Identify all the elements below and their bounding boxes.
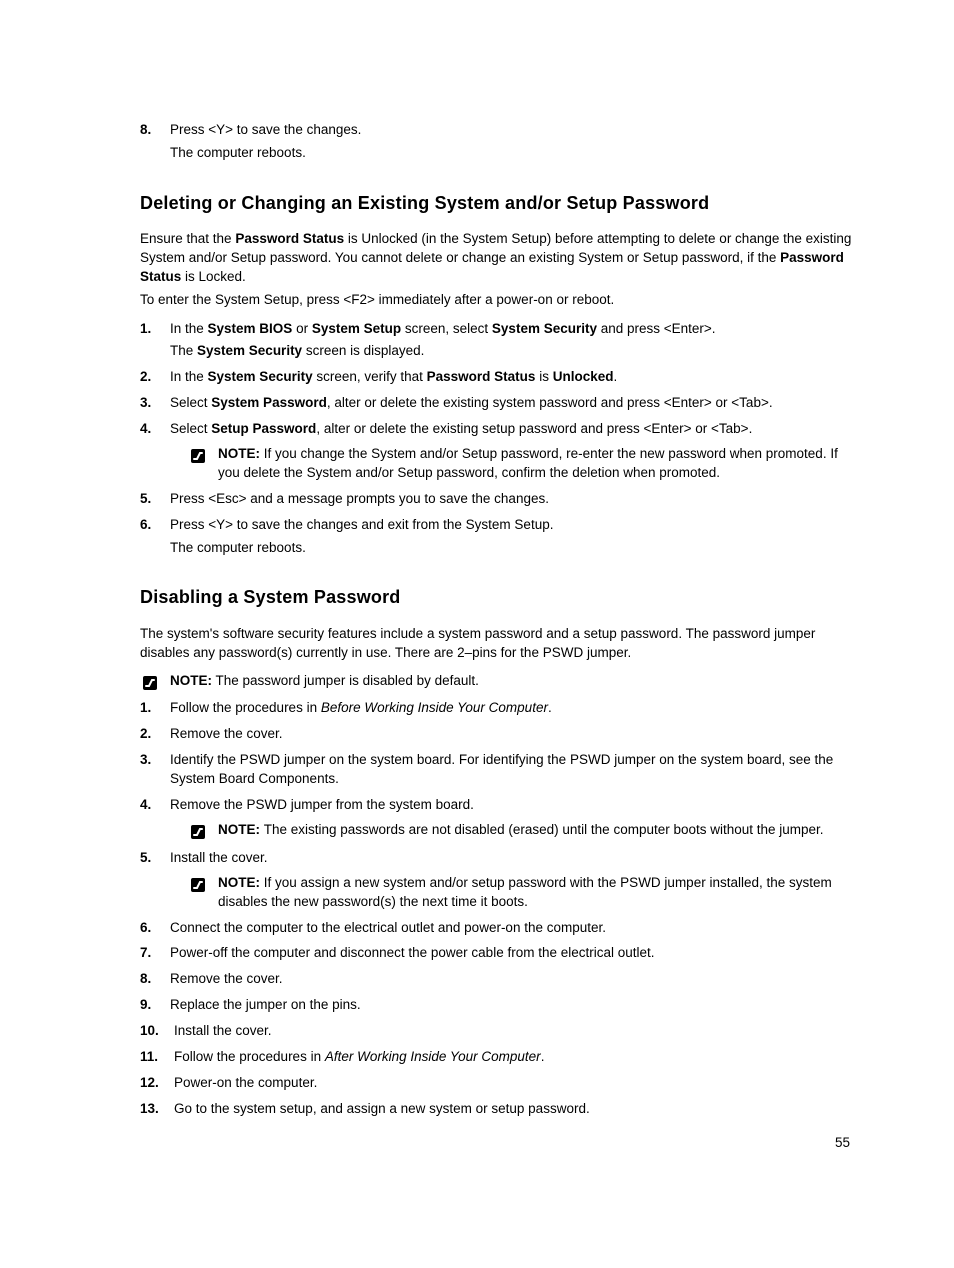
step-subtext: The computer reboots.: [170, 539, 854, 558]
step-item: Power-on the computer.: [140, 1074, 854, 1093]
step-text: Install the cover.: [174, 1023, 272, 1038]
note-block: NOTE: If you assign a new system and/or …: [170, 874, 854, 912]
step-text: Press <Y> to save the changes.: [170, 122, 361, 137]
step-text: Go to the system setup, and assign a new…: [174, 1101, 590, 1116]
page-number: 55: [835, 1134, 850, 1153]
step-text: Select Setup Password, alter or delete t…: [170, 421, 752, 436]
note-icon: [188, 822, 208, 842]
step-item: Remove the cover.: [140, 970, 854, 989]
step-text: Remove the PSWD jumper from the system b…: [170, 797, 474, 812]
step-text: Follow the procedures in Before Working …: [170, 700, 552, 715]
step-item: Press <Y> to save the changes and exit f…: [140, 516, 854, 558]
step-text: Select System Password, alter or delete …: [170, 395, 773, 410]
step-text: Install the cover.: [170, 850, 268, 865]
note-text: NOTE: If you change the System and/or Se…: [218, 445, 854, 483]
note-label: NOTE:: [218, 446, 264, 461]
step-text: Press <Esc> and a message prompts you to…: [170, 491, 549, 506]
prev-page-steps-tail: Press <Y> to save the changes. The compu…: [140, 121, 854, 163]
step-item: Select Setup Password, alter or delete t…: [140, 420, 854, 483]
step-text: Replace the jumper on the pins.: [170, 997, 361, 1012]
step-subtext: The computer reboots.: [170, 144, 854, 163]
step-item: Press <Esc> and a message prompts you to…: [140, 490, 854, 509]
step-text: In the System BIOS or System Setup scree…: [170, 321, 716, 336]
step-item: Install the cover. NOTE: If you assign a …: [140, 849, 854, 912]
note-icon: [188, 875, 208, 895]
note-text: NOTE: The existing passwords are not dis…: [218, 821, 854, 840]
step-item: Replace the jumper on the pins.: [140, 996, 854, 1015]
step-item: Remove the cover.: [140, 725, 854, 744]
step-text: Connect the computer to the electrical o…: [170, 920, 606, 935]
note-body: The existing passwords are not disabled …: [264, 822, 824, 837]
step-text: Power-on the computer.: [174, 1075, 317, 1090]
step-item: Press <Y> to save the changes. The compu…: [140, 121, 854, 163]
step-subtext: The System Security screen is displayed.: [170, 342, 854, 361]
section-heading: Disabling a System Password: [140, 585, 854, 610]
note-label: NOTE:: [218, 822, 264, 837]
note-icon: [188, 446, 208, 466]
step-text: In the System Security screen, verify th…: [170, 369, 617, 384]
step-item: Follow the procedures in Before Working …: [140, 699, 854, 718]
section-intro: Ensure that the Password Status is Unloc…: [140, 230, 854, 310]
note-label: NOTE:: [170, 673, 212, 688]
step-text: Remove the cover.: [170, 971, 283, 986]
note-block: NOTE: The existing passwords are not dis…: [170, 821, 854, 842]
note-body: If you assign a new system and/or setup …: [218, 875, 832, 909]
note-block: NOTE: The password jumper is disabled by…: [140, 672, 854, 693]
note-label: NOTE:: [218, 875, 264, 890]
step-item: Install the cover.: [140, 1022, 854, 1041]
intro-paragraph-2: To enter the System Setup, press <F2> im…: [140, 291, 854, 310]
intro-paragraph: Ensure that the Password Status is Unloc…: [140, 230, 854, 287]
note-text: NOTE: If you assign a new system and/or …: [218, 874, 854, 912]
section2-steps: Follow the procedures in Before Working …: [140, 699, 854, 1118]
note-body: If you change the System and/or Setup pa…: [218, 446, 838, 480]
note-body: The password jumper is disabled by defau…: [216, 673, 479, 688]
step-text: Remove the cover.: [170, 726, 283, 741]
section-heading: Deleting or Changing an Existing System …: [140, 191, 854, 216]
step-item: Follow the procedures in After Working I…: [140, 1048, 854, 1067]
document-page: Press <Y> to save the changes. The compu…: [0, 0, 954, 1268]
step-item: Go to the system setup, and assign a new…: [140, 1100, 854, 1119]
step-text: Follow the procedures in After Working I…: [174, 1049, 544, 1064]
step-item: Connect the computer to the electrical o…: [140, 919, 854, 938]
step-item: Identify the PSWD jumper on the system b…: [140, 751, 854, 789]
step-item: Remove the PSWD jumper from the system b…: [140, 796, 854, 842]
step-item: Select System Password, alter or delete …: [140, 394, 854, 413]
note-icon: [140, 673, 160, 693]
note-block: NOTE: If you change the System and/or Se…: [170, 445, 854, 483]
step-text: Press <Y> to save the changes and exit f…: [170, 517, 553, 532]
step-item: In the System Security screen, verify th…: [140, 368, 854, 387]
step-text: Power-off the computer and disconnect th…: [170, 945, 655, 960]
note-text: NOTE: The password jumper is disabled by…: [170, 672, 854, 691]
section-intro: The system's software security features …: [140, 625, 854, 663]
section1-steps: In the System BIOS or System Setup scree…: [140, 320, 854, 558]
step-item: Power-off the computer and disconnect th…: [140, 944, 854, 963]
step-item: In the System BIOS or System Setup scree…: [140, 320, 854, 362]
step-text: Identify the PSWD jumper on the system b…: [170, 752, 833, 786]
